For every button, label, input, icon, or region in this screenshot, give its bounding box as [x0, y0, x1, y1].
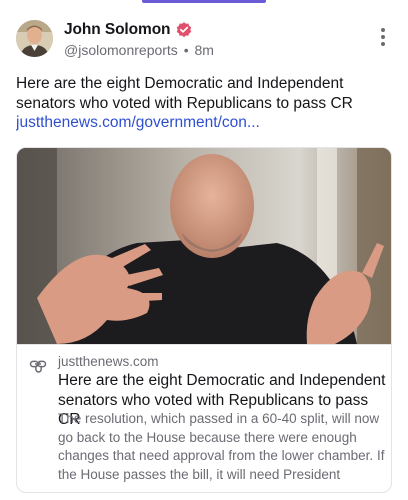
author-handle[interactable]: @jsolomonreports	[64, 42, 178, 58]
post-time[interactable]: 8m	[195, 42, 214, 58]
post-header: John Solomon @jsolomonreports • 8m	[16, 20, 392, 60]
author-avatar[interactable]	[16, 20, 53, 57]
link-icon	[29, 360, 47, 373]
card-description: The resolution, which passed in a 60-40 …	[58, 411, 385, 482]
meta-separator: •	[183, 42, 189, 58]
card-image[interactable]	[17, 148, 391, 344]
author-meta: @jsolomonreports • 8m	[64, 42, 214, 58]
more-options-icon[interactable]	[380, 28, 386, 48]
author-info: John Solomon @jsolomonreports • 8m	[64, 20, 214, 58]
verified-badge-icon	[177, 22, 192, 38]
post-text: Here are the eight Democratic and Indepe…	[16, 75, 353, 112]
author-name[interactable]: John Solomon	[64, 21, 171, 39]
post-link[interactable]: justthenews.com/government/con...	[16, 113, 396, 133]
link-preview-card[interactable]: justthenews.com Here are the eight Democ…	[16, 147, 392, 493]
person-avatar-icon	[16, 20, 53, 57]
post-body: Here are the eight Democratic and Indepe…	[16, 74, 396, 133]
card-domain: justthenews.com	[58, 354, 159, 369]
post: John Solomon @jsolomonreports • 8m Here …	[0, 0, 408, 500]
news-photo-icon	[17, 148, 391, 344]
card-body: justthenews.com Here are the eight Democ…	[17, 344, 391, 492]
